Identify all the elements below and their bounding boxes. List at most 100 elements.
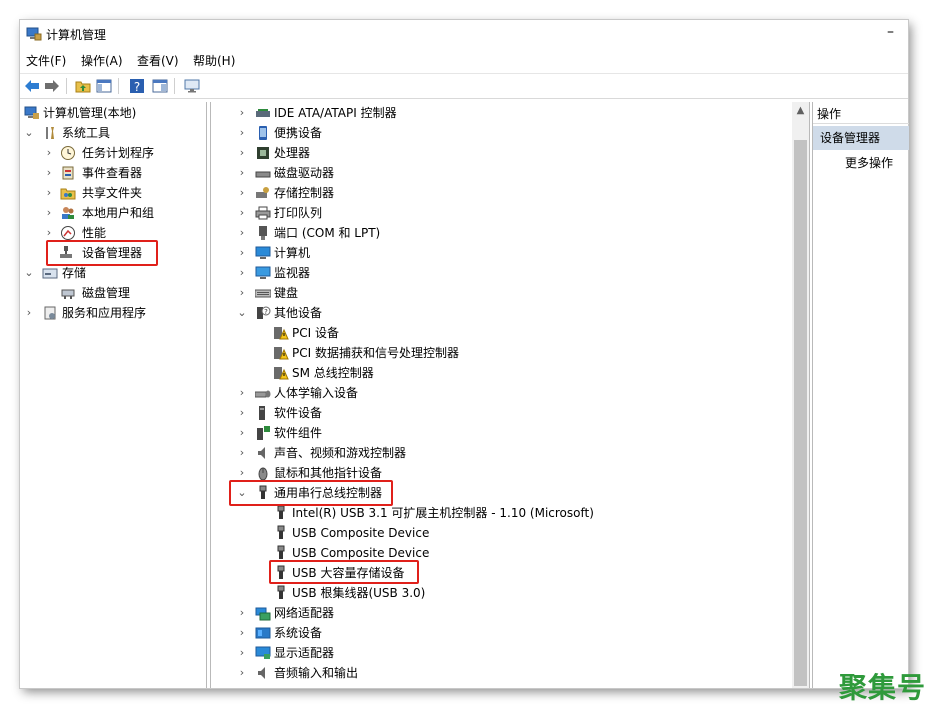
chevron-right-icon[interactable]: › (237, 223, 247, 243)
tree-label: 事件查看器 (82, 166, 143, 180)
tools-icon (46, 127, 54, 139)
actions-header: 操作 (813, 104, 909, 124)
chevron-right-icon[interactable]: › (237, 403, 247, 423)
back-arrow-icon[interactable] (23, 77, 41, 95)
menu-action[interactable]: 操作(A) (81, 52, 123, 69)
usb-icon (277, 505, 285, 519)
tree-label: 服务和应用程序 (62, 306, 147, 320)
chevron-right-icon[interactable]: › (237, 423, 247, 443)
chevron-down-icon[interactable]: ⌄ (237, 303, 247, 323)
system-device-icon (255, 627, 271, 639)
actions-pane: 操作 设备管理器 更多操作 (812, 102, 909, 688)
chevron-right-icon[interactable]: › (237, 443, 247, 463)
device-label: 计算机 (274, 246, 311, 260)
unknown-device-icon: ? (257, 306, 271, 319)
device-label: SM 总线控制器 (292, 366, 374, 380)
menu-help[interactable]: 帮助(H) (193, 52, 235, 69)
chevron-right-icon[interactable]: › (24, 303, 34, 323)
users-icon (62, 207, 74, 219)
device-label: 人体学输入设备 (274, 386, 359, 400)
forward-arrow-icon[interactable] (43, 77, 61, 95)
storage-icon (42, 268, 58, 279)
chevron-right-icon[interactable]: › (237, 143, 247, 163)
chevron-down-icon[interactable]: ⌄ (24, 123, 34, 143)
computer-management-icon (24, 106, 39, 119)
title-bar: 计算机管理 – (20, 20, 908, 48)
device-label: 监视器 (274, 266, 311, 280)
device-label: 键盘 (274, 286, 299, 300)
help-icon[interactable]: ? (128, 77, 146, 95)
chevron-right-icon[interactable]: › (44, 163, 54, 183)
up-folder-icon[interactable] (74, 77, 92, 95)
device-label: Intel(R) USB 3.1 可扩展主机控制器 - 1.10 (Micros… (292, 506, 594, 520)
toolbar-separator (118, 78, 119, 94)
properties-icon[interactable] (151, 77, 169, 95)
menu-file[interactable]: 文件(F) (26, 52, 66, 69)
chevron-right-icon[interactable]: › (237, 203, 247, 223)
actions-section-device-manager[interactable]: 设备管理器 (813, 126, 909, 150)
disk-drive-icon (255, 171, 271, 178)
speaker-icon (258, 447, 265, 459)
display-adapter-icon (255, 646, 271, 659)
chevron-right-icon[interactable]: › (237, 123, 247, 143)
usb-controllers-highlight (229, 480, 393, 506)
device-label: 处理器 (274, 146, 311, 160)
tree-label: 本地用户和组 (82, 206, 155, 220)
warning-device-icon (274, 367, 289, 380)
chevron-right-icon[interactable]: › (237, 643, 247, 663)
chevron-right-icon[interactable]: › (237, 103, 247, 123)
chevron-right-icon[interactable]: › (237, 383, 247, 403)
port-icon (259, 226, 267, 240)
chevron-down-icon[interactable]: ⌄ (24, 263, 34, 283)
device-label: 便携设备 (274, 126, 323, 140)
chevron-right-icon[interactable]: › (237, 163, 247, 183)
device-label: 打印队列 (274, 206, 323, 220)
device-manager-highlight (46, 240, 158, 266)
chevron-right-icon[interactable]: › (237, 623, 247, 643)
toolbar: ? (20, 73, 908, 99)
device-label: 显示适配器 (274, 646, 335, 660)
tree-label: 计算机管理(本地) (43, 106, 137, 120)
device-label: 其他设备 (274, 306, 323, 320)
tree-label: 任务计划程序 (82, 146, 155, 160)
device-label: IDE ATA/ATAPI 控制器 (274, 106, 397, 120)
usb-icon (277, 525, 285, 539)
software-device-icon (259, 406, 265, 420)
clock-icon (61, 146, 75, 160)
chevron-right-icon[interactable]: › (44, 203, 54, 223)
chevron-right-icon[interactable]: › (237, 603, 247, 623)
svg-text:?: ? (134, 80, 140, 94)
device-label: USB 根集线器(USB 3.0) (292, 586, 426, 600)
scroll-up-arrow-icon[interactable]: ▲ (792, 102, 809, 119)
menu-view[interactable]: 查看(V) (137, 52, 179, 69)
menu-bar: 文件(F) 操作(A) 查看(V) 帮助(H) (20, 49, 908, 71)
device-label: 软件组件 (274, 426, 323, 440)
chevron-right-icon[interactable]: › (237, 283, 247, 303)
monitor-icon[interactable] (183, 77, 201, 95)
chevron-right-icon[interactable]: › (44, 183, 54, 203)
chevron-right-icon[interactable]: › (44, 143, 54, 163)
scroll-thumb[interactable] (794, 140, 807, 686)
device-label: 音频输入和输出 (274, 666, 359, 680)
usb-mass-storage-highlight (269, 560, 419, 584)
shared-folder-icon (60, 188, 76, 200)
chevron-right-icon[interactable]: › (237, 663, 247, 683)
mouse-icon (258, 467, 268, 481)
monitor-icon (255, 266, 271, 279)
hid-icon (255, 390, 271, 398)
chevron-right-icon[interactable]: › (237, 263, 247, 283)
chevron-right-icon[interactable]: › (237, 183, 247, 203)
minimize-button[interactable]: – (887, 24, 894, 40)
printer-icon (255, 206, 271, 220)
warning-device-icon (274, 327, 289, 340)
svg-text:?: ? (264, 308, 268, 316)
more-actions-link[interactable]: 更多操作 (845, 154, 893, 171)
portable-device-icon (259, 126, 267, 140)
device-label: 软件设备 (274, 406, 323, 420)
toolbar-separator (174, 78, 175, 94)
chevron-right-icon[interactable]: › (237, 243, 247, 263)
show-hide-tree-icon[interactable] (95, 77, 113, 95)
usb-icon (277, 545, 285, 559)
computer-management-window: 计算机管理 – 文件(F) 操作(A) 查看(V) 帮助(H) ? 计算机管理(… (20, 20, 909, 688)
vertical-scrollbar[interactable]: ▲ (792, 102, 809, 688)
